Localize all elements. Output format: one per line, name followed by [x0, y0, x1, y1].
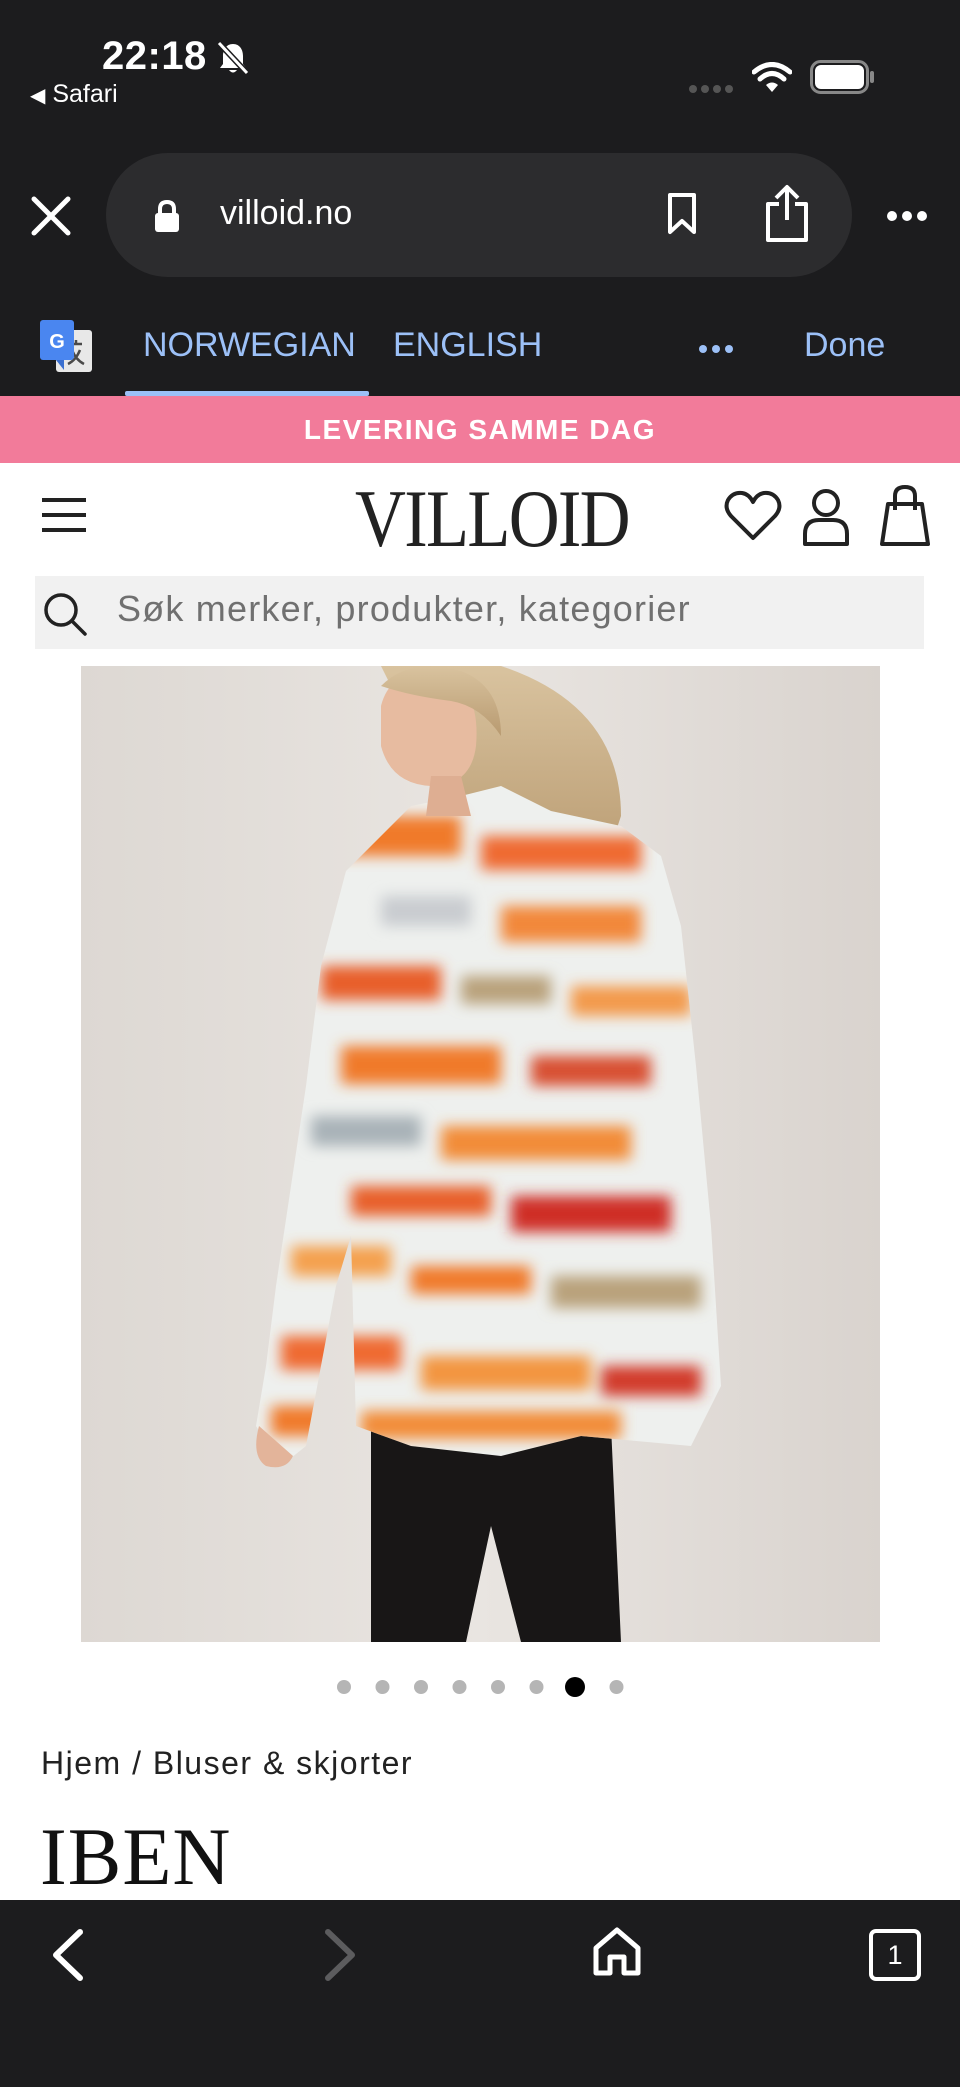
back-triangle-icon: ◀ [30, 85, 46, 107]
home-icon[interactable] [591, 1926, 643, 1976]
wifi-icon [752, 62, 792, 92]
tab-count: 1 [887, 1940, 903, 1970]
bag-icon[interactable] [878, 484, 932, 546]
account-icon[interactable] [801, 488, 851, 546]
svg-text:G: G [49, 331, 65, 353]
breadcrumb[interactable]: Hjem / Bluser & skjorter [41, 1745, 413, 1782]
gallery-dot-active[interactable] [565, 1677, 585, 1697]
gallery-dot[interactable] [375, 1680, 390, 1694]
google-translate-icon: G [40, 320, 92, 372]
done-button[interactable]: Done [804, 326, 885, 365]
gallery-dot[interactable] [491, 1680, 505, 1694]
gallery-dot[interactable] [337, 1680, 351, 1694]
battery-icon [810, 60, 874, 94]
promo-banner[interactable]: LEVERING SAMME DAG [0, 396, 960, 463]
product-title: IBEN [40, 1811, 232, 1902]
back-icon[interactable] [50, 1928, 84, 1982]
bottom-toolbar [0, 1900, 960, 2087]
url-bar[interactable] [106, 153, 852, 277]
gallery-dot[interactable] [529, 1680, 544, 1694]
search-placeholder[interactable]: Søk merker, produkter, kategorier [117, 588, 691, 630]
back-to-app[interactable]: ◀ Safari [30, 80, 118, 109]
product-photo-illustration [81, 666, 880, 1642]
bookmark-icon[interactable] [666, 192, 698, 236]
gallery-dot[interactable] [609, 1680, 624, 1694]
gallery-pagination [334, 1675, 634, 1699]
tab-english[interactable]: ENGLISH [393, 326, 542, 365]
menu-icon[interactable] [40, 496, 88, 534]
gallery-dot[interactable] [414, 1680, 428, 1694]
share-icon[interactable] [764, 184, 810, 244]
tabs-button[interactable]: 1 [869, 1929, 921, 1981]
forward-icon[interactable] [324, 1928, 358, 1982]
gallery-dot[interactable] [452, 1680, 467, 1694]
close-icon[interactable] [30, 195, 72, 237]
back-app-label: Safari [52, 80, 118, 108]
search-icon [44, 593, 87, 636]
url-text[interactable]: villoid.no [220, 194, 352, 233]
product-image[interactable] [81, 666, 880, 1642]
signal-icon [689, 85, 733, 93]
translate-more-icon[interactable] [698, 344, 734, 354]
brand-logo[interactable]: VILLOID [355, 474, 631, 564]
lock-icon [155, 199, 179, 232]
more-icon[interactable] [886, 210, 928, 222]
bell-mute-icon [216, 40, 250, 76]
status-time: 22:18 [102, 34, 207, 78]
heart-icon[interactable] [724, 490, 782, 542]
tab-norwegian[interactable]: NORWEGIAN [143, 326, 356, 365]
